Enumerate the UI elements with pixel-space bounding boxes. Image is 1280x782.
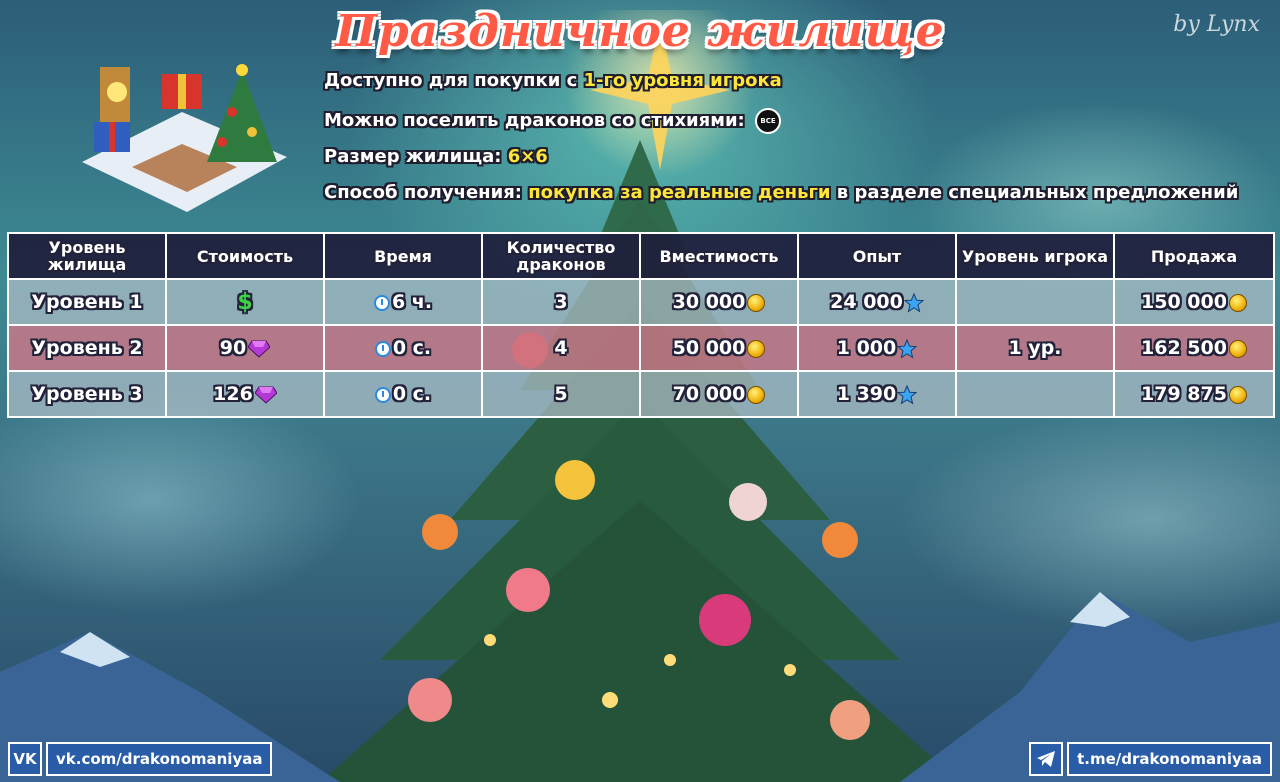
info-label: Способ получения: <box>324 182 529 203</box>
capacity-value: 30 000 <box>672 291 746 313</box>
telegram-link[interactable]: t.me/drakonomaniyaa <box>1029 742 1272 776</box>
xp-value: 1 000 <box>836 337 897 359</box>
time-cell: 6 ч. <box>323 278 483 326</box>
clock-icon <box>374 340 391 357</box>
capacity-value: 70 000 <box>672 383 746 405</box>
dragons-cell: 4 <box>481 324 641 372</box>
table-row: Уровень 2 90 0 с. 4 50 000 1 000 1 ур. 1… <box>7 324 1275 372</box>
xp-cell: 1 000 <box>797 324 957 372</box>
player-level-cell <box>955 278 1115 326</box>
dwelling-levels-table: Уровень жилища Стоимость Время Количеств… <box>7 232 1275 418</box>
sale-cell: 162 500 <box>1113 324 1275 372</box>
cost-cell: $ <box>165 278 325 326</box>
xp-cell: 1 390 <box>797 370 957 418</box>
dragons-cell: 3 <box>481 278 641 326</box>
gem-icon <box>248 340 271 358</box>
author-signature: by Lynx <box>1173 12 1260 37</box>
sale-value: 150 000 <box>1141 291 1227 313</box>
player-level-cell: 1 ур. <box>955 324 1115 372</box>
header-cost: Стоимость <box>165 232 325 280</box>
info-label: Размер жилища: <box>324 146 508 167</box>
gem-icon <box>254 386 277 404</box>
clock-icon <box>373 294 390 311</box>
level-cell: Уровень 1 <box>7 278 167 326</box>
header-dragons: Количество драконов <box>481 232 641 280</box>
info-value: 6×6 <box>507 146 548 167</box>
info-value: 1-го уровня игрока <box>583 70 782 91</box>
header-capacity: Вместимость <box>639 232 799 280</box>
time-cell: 0 с. <box>323 324 483 372</box>
time-value: 0 с. <box>392 383 432 405</box>
table-header-row: Уровень жилища Стоимость Время Количеств… <box>7 232 1275 280</box>
gold-coin-icon <box>747 339 766 358</box>
vk-icon: VK <box>8 742 42 776</box>
xp-star-icon <box>897 338 918 358</box>
info-value: покупка за реальные деньги <box>528 182 831 203</box>
page-title: Праздничное жилище <box>335 6 945 57</box>
header-xp: Опыт <box>797 232 957 280</box>
info-acquisition: Способ получения: покупка за реальные де… <box>324 182 1238 203</box>
player-level-cell <box>955 370 1115 418</box>
dragons-cell: 5 <box>481 370 641 418</box>
cost-value: 126 <box>213 383 253 405</box>
xp-value: 1 390 <box>836 383 897 405</box>
sale-value: 162 500 <box>1141 337 1227 359</box>
real-money-icon: $ <box>237 289 253 315</box>
capacity-cell: 70 000 <box>639 370 799 418</box>
festive-dwelling-image <box>82 64 287 212</box>
header-player-level: Уровень игрока <box>955 232 1115 280</box>
clock-icon <box>374 386 391 403</box>
time-cell: 0 с. <box>323 370 483 418</box>
telegram-link-label[interactable]: t.me/drakonomaniyaa <box>1067 742 1272 776</box>
cost-value: 90 <box>219 337 247 359</box>
gold-coin-icon <box>1228 385 1247 404</box>
cost-cell: 90 <box>165 324 325 372</box>
vk-link[interactable]: VK vk.com/drakonomaniyaa <box>8 742 273 776</box>
header-time: Время <box>323 232 483 280</box>
info-label: Можно поселить драконов со стихиями: <box>324 110 752 131</box>
capacity-value: 50 000 <box>672 337 746 359</box>
cost-cell: 126 <box>165 370 325 418</box>
gold-coin-icon <box>1228 339 1247 358</box>
info-suffix: в разделе специальных предложений <box>830 182 1239 203</box>
table-row: Уровень 1 $ 6 ч. 3 30 000 24 000 150 000 <box>7 278 1275 326</box>
table-row: Уровень 3 126 0 с. 5 70 000 1 390 179 87… <box>7 370 1275 418</box>
gold-coin-icon <box>1228 293 1247 312</box>
all-elements-icon: ВСЕ <box>755 108 782 134</box>
telegram-icon <box>1029 742 1064 776</box>
gold-coin-icon <box>747 385 766 404</box>
xp-value: 24 000 <box>830 291 903 313</box>
level-cell: Уровень 2 <box>7 324 167 372</box>
info-elements: Можно поселить драконов со стихиями: ВСЕ <box>324 108 782 134</box>
gold-coin-icon <box>747 293 766 312</box>
header-level: Уровень жилища <box>7 232 167 280</box>
time-value: 0 с. <box>392 337 432 359</box>
info-label: Доступно для покупки с <box>324 70 584 91</box>
sale-cell: 179 875 <box>1113 370 1275 418</box>
header-sale: Продажа <box>1113 232 1275 280</box>
level-cell: Уровень 3 <box>7 370 167 418</box>
vk-link-label[interactable]: vk.com/drakonomaniyaa <box>46 742 273 776</box>
xp-star-icon <box>897 384 918 404</box>
info-purchase-level: Доступно для покупки с 1-го уровня игрок… <box>324 70 782 91</box>
time-value: 6 ч. <box>391 291 433 313</box>
capacity-cell: 30 000 <box>639 278 799 326</box>
capacity-cell: 50 000 <box>639 324 799 372</box>
info-size: Размер жилища: 6×6 <box>324 146 548 167</box>
sale-cell: 150 000 <box>1113 278 1275 326</box>
xp-star-icon <box>903 292 924 312</box>
sale-value: 179 875 <box>1141 383 1227 405</box>
xp-cell: 24 000 <box>797 278 957 326</box>
